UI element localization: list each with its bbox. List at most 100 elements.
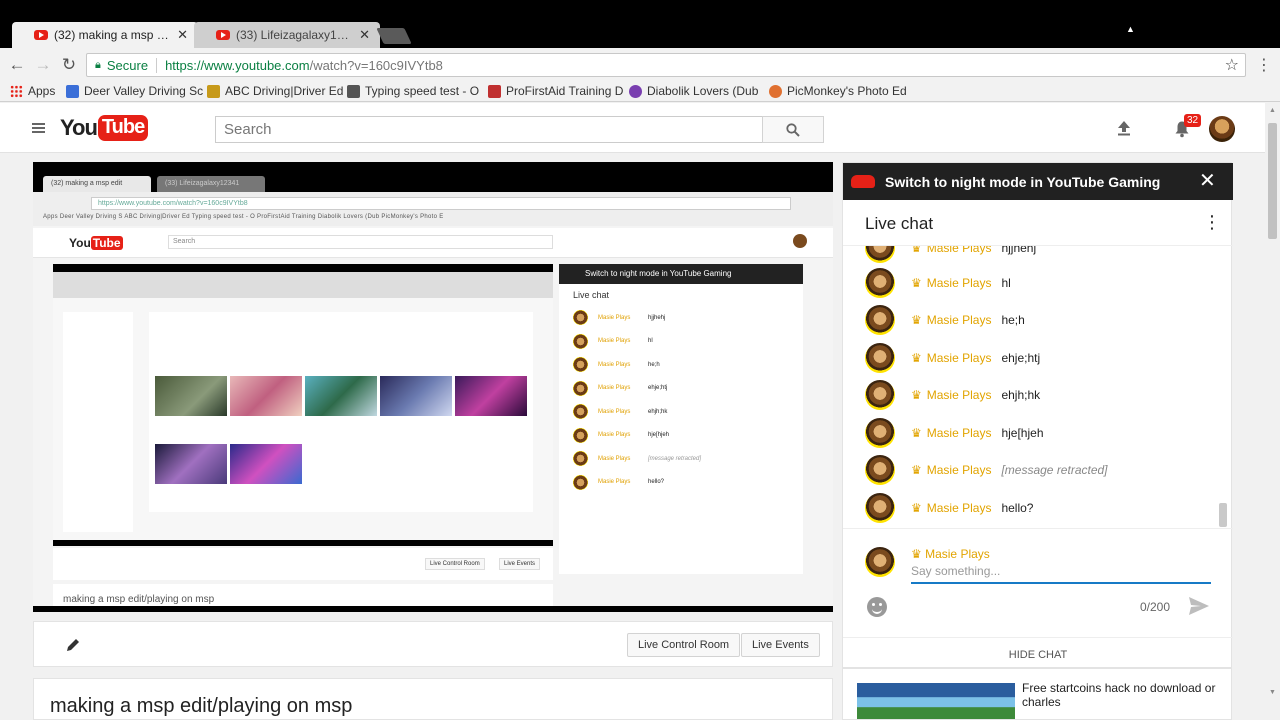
chat-message: ♛ Masie Plays hjjhehj — [865, 246, 1036, 264]
message-text: hello? — [1001, 501, 1034, 515]
search-icon — [786, 123, 800, 137]
logo-you: You — [60, 115, 98, 140]
author-avatar — [865, 268, 895, 298]
live-control-room-button[interactable]: Live Control Room — [627, 633, 741, 657]
upload-icon[interactable] — [1116, 120, 1132, 136]
hide-chat-label: HIDE CHAT — [1008, 649, 1068, 661]
author-avatar — [865, 493, 895, 523]
banner-text: Switch to night mode in YouTube Gaming — [885, 174, 1161, 190]
back-arrow-icon[interactable]: ← — [7, 55, 27, 75]
chat-message: ♛ Masie Plays [message retracted] — [865, 454, 1108, 486]
recorded-avatar — [793, 234, 807, 248]
tab-close-icon[interactable]: ✕ — [177, 27, 188, 43]
chat-message: ♛ Masie Plays hl — [865, 267, 1011, 299]
tab-close-icon[interactable]: ✕ — [359, 27, 370, 43]
author-avatar — [865, 380, 895, 410]
author-name[interactable]: Masie Plays — [927, 463, 992, 477]
crown-icon: ♛ — [911, 463, 922, 477]
new-tab-button[interactable] — [376, 28, 412, 44]
recorded-controls: Live Control Room Live Events — [53, 548, 553, 580]
chat-menu-icon[interactable]: ⋮ — [1203, 212, 1221, 233]
recorded-chat-row: Masie Plays hjjhehj — [559, 306, 803, 330]
guide-menu-icon[interactable] — [32, 123, 45, 133]
browser-tab-inactive[interactable]: (33) Lifeizagalaxy12345 ✕ — [194, 22, 380, 48]
recommended-video[interactable]: Free startcoins hack no download or char… — [842, 668, 1232, 720]
hide-chat-button[interactable]: HIDE CHAT — [843, 637, 1233, 669]
live-events-button[interactable]: Live Events — [741, 633, 820, 657]
crown-icon: ♛ — [911, 426, 922, 440]
recorded-avatar — [573, 474, 588, 490]
crown-icon: ♛ — [911, 501, 922, 515]
bookmark-deer-valley[interactable]: Deer Valley Driving Sc — [66, 84, 203, 98]
gaming-night-mode-banner[interactable]: Switch to night mode in YouTube Gaming ✕ — [843, 163, 1233, 200]
chat-message: ♛ Masie Plays ehjh;hk — [865, 379, 1040, 411]
message-text: hje[hjeh — [1001, 426, 1044, 440]
send-icon[interactable] — [1188, 596, 1210, 616]
author-name[interactable]: Masie Plays — [927, 246, 992, 255]
recorded-button: Live Events — [499, 558, 541, 570]
emoji-icon[interactable] — [867, 597, 887, 617]
bookmark-diabolik[interactable]: Diabolik Lovers (Dub — [629, 84, 758, 98]
recorded-author: Masie Plays — [598, 408, 631, 415]
recorded-nested-screen — [53, 272, 553, 540]
nested-thumbnail — [155, 444, 227, 484]
profile-icon[interactable]: ▲ — [1126, 24, 1136, 34]
notification-count-badge: 32 — [1184, 114, 1202, 127]
author-name[interactable]: Masie Plays — [927, 313, 992, 327]
recommended-thumbnail[interactable] — [857, 683, 1015, 719]
scrollbar-thumb[interactable] — [1268, 123, 1277, 239]
scroll-down-arrow-icon[interactable]: ▼ — [1269, 689, 1276, 696]
bookmark-apps[interactable]: Apps — [10, 84, 55, 98]
nested-thumbnail — [455, 376, 527, 416]
recorded-chat-row: Masie Plays [message retracted] — [559, 447, 803, 471]
author-name[interactable]: Masie Plays — [927, 276, 992, 290]
recorded-text: ehjh;hk — [648, 408, 668, 415]
edit-pencil-icon[interactable] — [65, 637, 81, 653]
lock-icon: 🔒︎ — [95, 58, 101, 71]
chat-message-input[interactable]: Say something... — [911, 564, 1211, 584]
crown-icon: ♛ — [911, 246, 922, 255]
youtube-logo[interactable]: You Tube — [60, 115, 149, 141]
recorded-tab: (33) Lifeizagalaxy12341 — [157, 176, 265, 192]
recorded-text: hello? — [648, 479, 665, 486]
chat-message: ♛ Masie Plays ehje;htj — [865, 342, 1040, 374]
char-counter: 0/200 — [1140, 600, 1171, 614]
recommended-title[interactable]: Free startcoins hack no download or char… — [1022, 681, 1222, 709]
banner-close-icon[interactable]: ✕ — [1199, 171, 1216, 191]
author-name[interactable]: Masie Plays — [927, 501, 992, 515]
bookmark-picmonkey[interactable]: PicMonkey's Photo Ed — [769, 84, 907, 98]
reload-icon[interactable]: ↻ — [59, 55, 79, 75]
page-scrollbar[interactable]: ▲ ▼ — [1265, 103, 1280, 720]
bookmark-abc-driving[interactable]: ABC Driving|Driver Ed — [207, 84, 343, 98]
composer-avatar — [865, 547, 895, 577]
nested-thumbnail — [230, 376, 302, 416]
recorded-search: Search — [168, 235, 553, 249]
video-player[interactable]: (32) making a msp edit (33) Lifeizagalax… — [33, 162, 833, 612]
author-name[interactable]: Masie Plays — [927, 351, 992, 365]
bookmark-typing-test[interactable]: Typing speed test - O — [347, 84, 479, 98]
search-input[interactable]: Search — [215, 116, 763, 143]
chat-message-list[interactable]: ♛ Masie Plays hjjhehj ♛ Masie Plays hl ♛… — [843, 246, 1233, 528]
address-bar[interactable]: 🔒︎ Secure https://www.youtube.com/watch?… — [86, 53, 1246, 77]
author-name[interactable]: Masie Plays — [927, 426, 992, 440]
browser-tab-active[interactable]: (32) making a msp edit/p ✕ — [12, 22, 198, 48]
scroll-up-arrow-icon[interactable]: ▲ — [1269, 107, 1276, 114]
forward-arrow-icon[interactable]: → — [33, 55, 53, 75]
composer-author: ♛ Masie Plays — [911, 547, 990, 561]
account-avatar[interactable] — [1209, 116, 1235, 142]
search-button[interactable] — [762, 116, 824, 143]
chat-scrollbar-thumb[interactable] — [1219, 503, 1227, 527]
deer-valley-favicon-icon — [66, 84, 79, 98]
recorded-author: Masie Plays — [598, 455, 631, 462]
recorded-text: hje[hjeh — [648, 432, 670, 439]
recorded-live-chat: Switch to night mode in YouTube Gaming L… — [559, 264, 803, 574]
bookmark-profirstaid[interactable]: ProFirstAid Training D — [488, 84, 623, 98]
bookmark-label: PicMonkey's Photo Ed — [787, 84, 907, 98]
recorded-video-title: making a msp edit/playing on msp — [53, 584, 553, 606]
crown-icon: ♛ — [911, 276, 922, 290]
recorded-text: hl — [648, 338, 653, 345]
browser-menu-icon[interactable]: ⋮ — [1256, 55, 1272, 75]
bookmark-star-icon[interactable]: ☆ — [1225, 55, 1239, 75]
author-name[interactable]: Masie Plays — [927, 388, 992, 402]
recorded-author: Masie Plays — [598, 361, 631, 368]
